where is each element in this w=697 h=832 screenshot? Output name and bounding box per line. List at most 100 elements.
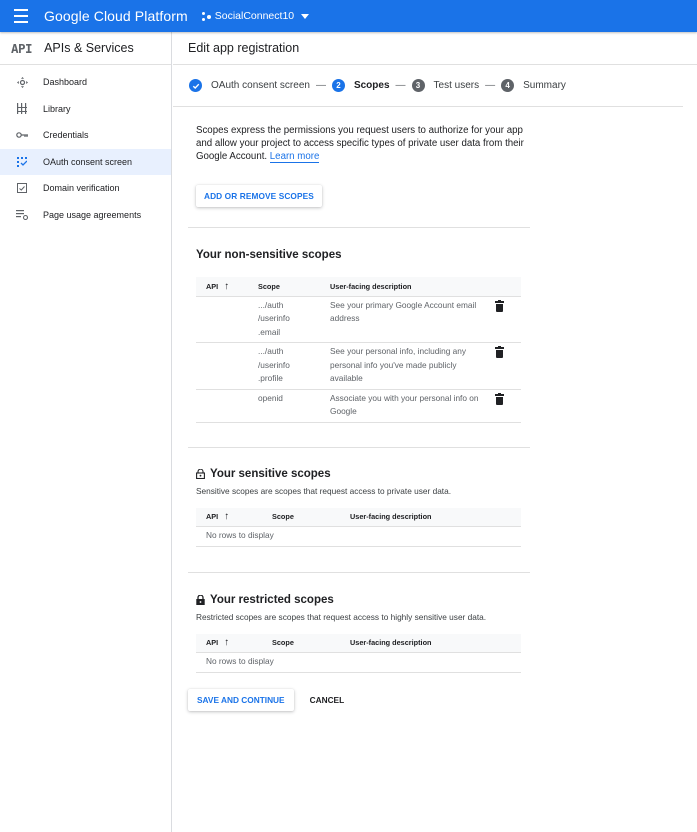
sidebar-title: APIs & Services (44, 41, 134, 55)
step-number-4: 4 (501, 79, 515, 92)
scope-line: /userinfo (258, 313, 290, 323)
sidebar-item-label: Library (43, 103, 71, 114)
stepper: OAuth consent screen — 2 Scopes — 3 Test… (173, 65, 683, 107)
cell-actions (495, 296, 521, 343)
column-header-actions (495, 277, 521, 297)
step-oauth-consent-screen[interactable]: OAuth consent screen (211, 80, 310, 91)
sidebar-item-label: OAuth consent screen (43, 156, 133, 167)
scope-line: .../auth (258, 346, 284, 356)
table-header-row: API ↑ Scope User-facing description (196, 633, 521, 653)
key-icon (16, 129, 28, 141)
restricted-scopes-title: Your restricted scopes (210, 593, 334, 606)
empty-message: No rows to display (196, 526, 521, 547)
empty-message: No rows to display (196, 652, 521, 673)
column-header-api[interactable]: API ↑ (196, 507, 272, 527)
sensitive-scopes-table: API ↑ Scope User-facing description No ro… (196, 507, 521, 547)
library-icon (16, 103, 28, 115)
chevron-down-icon (301, 13, 310, 19)
divider (188, 227, 530, 228)
intro-body: Scopes express the permissions you reque… (196, 125, 524, 162)
sidebar-item-domain-verification[interactable]: Domain verification (0, 175, 171, 202)
sidebar-item-oauth-consent-screen[interactable]: OAuth consent screen (0, 148, 171, 175)
settings-list-icon (16, 209, 28, 221)
delete-icon[interactable] (495, 346, 504, 359)
non-sensitive-scopes-title: Your non-sensitive scopes (196, 249, 342, 261)
sidebar-nav: Dashboard Library Credentials OAuth cons… (0, 69, 171, 228)
page-title: Edit app registration (173, 32, 697, 65)
column-header-api[interactable]: API ↑ (196, 277, 258, 297)
step-summary[interactable]: Summary (523, 80, 566, 91)
sidebar-item-label: Domain verification (43, 183, 120, 194)
cell-description: Associate you with your personal info on… (330, 389, 495, 423)
table-row: .../auth/userinfo .profile See your perso… (196, 342, 521, 390)
project-name: SocialConnect10 (214, 10, 295, 22)
sidebar-item-label: Dashboard (43, 77, 88, 88)
column-header-description: User-facing description (330, 277, 495, 297)
sidebar-item-dashboard[interactable]: Dashboard (0, 69, 171, 96)
sidebar-item-credentials[interactable]: Credentials (0, 122, 171, 149)
scope-line: /userinfo (258, 359, 290, 370)
step-scopes[interactable]: Scopes (354, 80, 390, 91)
add-or-remove-scopes-button[interactable]: ADD OR REMOVE SCOPES (196, 185, 322, 207)
api-logo-icon: API (11, 40, 33, 56)
cell-description: See your primary Google Account email ad… (330, 296, 495, 343)
delete-icon[interactable] (495, 392, 504, 406)
project-selector[interactable]: SocialConnect10 (201, 10, 310, 22)
step-separator: — (315, 80, 326, 91)
sensitive-scopes-title: Your sensitive scopes (210, 467, 331, 480)
brand-title[interactable]: Google Cloud Platform (44, 8, 188, 24)
save-and-continue-button[interactable]: SAVE AND CONTINUE (188, 688, 294, 711)
scope-line: .profile (258, 373, 283, 383)
arrow-upward-icon[interactable]: ↑ (224, 511, 229, 522)
delete-icon[interactable] (495, 299, 504, 313)
step-test-users[interactable]: Test users (434, 80, 480, 91)
cell-description: See your personal info, including any pe… (330, 342, 495, 390)
scope-line: .../auth (258, 299, 284, 310)
sensitive-scopes-description: Sensitive scopes are scopes that request… (196, 485, 452, 496)
hamburger-menu-icon[interactable] (14, 9, 36, 23)
column-header-scope: Scope (272, 633, 350, 653)
table-header-row: API ↑ Scope User-facing description (196, 277, 521, 297)
column-label: API (206, 281, 219, 291)
column-header-description: User-facing description (350, 507, 521, 527)
cell-api (196, 296, 258, 343)
intro-text: Scopes express the permissions you reque… (196, 124, 526, 163)
empty-row: No rows to display (196, 652, 521, 673)
learn-more-link[interactable]: Learn more (269, 151, 320, 163)
sensitive-scopes-heading: Your sensitive scopes (196, 468, 530, 480)
column-header-api[interactable]: API ↑ (196, 633, 272, 653)
table-row: openid Associate you with your personal … (196, 389, 521, 423)
sidebar-item-library[interactable]: Library (0, 96, 171, 123)
column-header-scope: Scope (258, 277, 330, 297)
empty-row: No rows to display (196, 526, 521, 547)
cancel-button[interactable]: CANCEL (302, 689, 353, 711)
sidebar-item-page-usage-agreements[interactable]: Page usage agreements (0, 202, 171, 229)
cell-actions (495, 342, 521, 390)
domain-check-icon (16, 182, 28, 194)
top-app-bar: Google Cloud Platform SocialConnect10 (0, 0, 697, 32)
step-number-3: 3 (411, 79, 425, 92)
cell-scope: .../auth/userinfo .profile (258, 342, 330, 390)
column-label: API (206, 638, 219, 648)
arrow-upward-icon[interactable]: ↑ (224, 637, 229, 648)
consent-icon (16, 156, 28, 168)
divider (188, 446, 530, 448)
divider (188, 571, 530, 573)
column-header-description: User-facing description (350, 633, 521, 653)
restricted-scopes-heading: Your restricted scopes (196, 594, 530, 606)
scopes-form: Scopes express the permissions you reque… (173, 107, 530, 711)
cell-api (196, 389, 258, 423)
dashboard-icon (16, 76, 28, 88)
restricted-scopes-table: API ↑ Scope User-facing description No ro… (196, 633, 521, 673)
sidebar-item-label: Credentials (43, 130, 89, 141)
sidebar: API APIs & Services Dashboard Library Cr… (0, 32, 172, 832)
arrow-upward-icon[interactable]: ↑ (224, 281, 229, 292)
sidebar-header: API APIs & Services (0, 32, 171, 65)
cell-scope: .../auth/userinfo .email (258, 296, 330, 343)
step-separator: — (485, 80, 496, 91)
scope-line: openid (258, 392, 283, 403)
cell-actions (495, 389, 521, 423)
table-row: .../auth/userinfo .email See your primary… (196, 296, 521, 343)
column-label: API (206, 512, 219, 522)
main-content: Edit app registration OAuth consent scre… (173, 32, 697, 832)
